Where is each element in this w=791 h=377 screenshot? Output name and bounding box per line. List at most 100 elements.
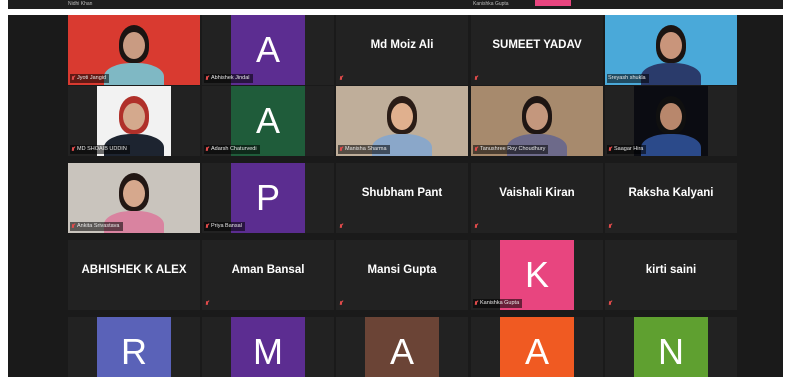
participant-name-bar: Priya Bansal: [204, 222, 245, 231]
participant-tile-abhishek-jindal[interactable]: A Abhishek Jindal: [202, 15, 334, 85]
person-face: [660, 32, 682, 59]
muted-mic-icon: [474, 75, 478, 82]
previous-row-strip: Nidhi Khan Kanishka Gupta: [8, 0, 783, 9]
person-body: [641, 63, 701, 85]
strip-name-2: Kanishka Gupta: [473, 1, 509, 7]
participant-name-bar: Ankita Srivastava: [70, 222, 123, 231]
participant-tile-shubham-pant[interactable]: Shubham Pant: [336, 163, 468, 233]
participant-name-bar: Manisha Sharma: [338, 145, 390, 154]
muted-mic-icon: [71, 75, 75, 82]
participant-display-name: Mansi Gupta: [367, 264, 437, 276]
participant-avatar: A: [365, 317, 439, 377]
participant-name-label: Jyoti Jangid: [77, 75, 107, 81]
participant-tile-r-participant[interactable]: R: [68, 317, 200, 377]
participant-name-bar: Sreyash shukla: [607, 74, 649, 83]
participant-display-name: kirti saini: [645, 264, 697, 276]
participant-avatar: N: [634, 317, 708, 377]
participant-tile-jyoti-jangid[interactable]: Jyoti Jangid: [68, 15, 200, 85]
person-face: [660, 103, 682, 130]
participant-name-label: MD SHOAIB UDDIN: [77, 146, 127, 152]
participant-name-bar: [473, 222, 481, 231]
participant-tile-tanushree-roy-choudhury[interactable]: Tanushree Roy Choudhury: [471, 86, 603, 156]
participant-tile-a-participant-brown[interactable]: A: [336, 317, 468, 377]
participant-tile-mansi-gupta[interactable]: Mansi Gupta: [336, 240, 468, 310]
person-body: [641, 134, 701, 156]
participant-tile-n-participant[interactable]: N: [605, 317, 737, 377]
muted-mic-icon: [71, 146, 75, 153]
participant-name-label: Kanishka Gupta: [480, 300, 520, 306]
participant-name-bar: [338, 299, 346, 308]
muted-mic-icon: [474, 300, 478, 307]
participant-tile-ankita-srivastava[interactable]: Ankita Srivastava: [68, 163, 200, 233]
muted-mic-icon: [205, 146, 209, 153]
meeting-app: Nidhi Khan Kanishka Gupta Jyoti Jangid A A…: [0, 0, 791, 377]
participant-tile-manisha-sharma[interactable]: Manisha Sharma: [336, 86, 468, 156]
participant-tile-saagar-hira[interactable]: Saagar Hira: [605, 86, 737, 156]
participant-name-label: Tanushree Roy Choudhury: [480, 146, 546, 152]
participant-avatar: A: [500, 317, 574, 377]
muted-mic-icon: [205, 75, 209, 82]
participant-tile-a-participant-orange[interactable]: A: [471, 317, 603, 377]
participant-tile-aman-bansal[interactable]: Aman Bansal: [202, 240, 334, 310]
muted-mic-icon: [339, 146, 343, 153]
participant-name-label: Ankita Srivastava: [77, 223, 120, 229]
participant-name-label: Sreyash shukla: [608, 75, 646, 81]
participant-gallery[interactable]: Jyoti Jangid A Abhishek Jindal Md Moiz Ali S…: [8, 15, 783, 377]
participant-tile-m-participant[interactable]: M: [202, 317, 334, 377]
person-face: [123, 180, 145, 207]
participant-avatar: M: [231, 317, 305, 377]
muted-mic-icon: [474, 146, 478, 153]
participant-display-name: Aman Bansal: [231, 264, 305, 276]
participant-tile-sumeet-yadav[interactable]: SUMEET YADAV: [471, 15, 603, 85]
participant-name-label: Abhishek Jindal: [211, 75, 250, 81]
muted-mic-icon: [205, 223, 209, 230]
participant-display-name: ABHISHEK K ALEX: [81, 264, 187, 276]
muted-mic-icon: [71, 223, 75, 230]
participant-tile-abhishek-k-alex[interactable]: ABHISHEK K ALEX: [68, 240, 200, 310]
participant-avatar: R: [97, 317, 171, 377]
participant-name-bar: [338, 74, 346, 83]
participant-display-name: Md Moiz Ali: [370, 39, 434, 51]
muted-mic-icon: [608, 223, 612, 230]
person-body: [104, 63, 164, 85]
participant-name-bar: Saagar Hira: [607, 145, 647, 154]
participant-name-label: Adarsh Chaturvedi: [211, 146, 257, 152]
muted-mic-icon: [339, 223, 343, 230]
participant-tile-md-moiz-ali[interactable]: Md Moiz Ali: [336, 15, 468, 85]
participant-name-bar: [338, 222, 346, 231]
participant-name-bar: Adarsh Chaturvedi: [204, 145, 260, 154]
participant-name-label: Priya Bansal: [211, 223, 242, 229]
participant-name-bar: [607, 222, 615, 231]
participant-tile-kanishka-gupta[interactable]: K Kanishka Gupta: [471, 240, 603, 310]
participant-name-label: Manisha Sharma: [345, 146, 387, 152]
participant-name-bar: [607, 299, 615, 308]
muted-mic-icon: [205, 300, 209, 307]
participant-name-bar: [204, 299, 212, 308]
strip-name-1: Nidhi Khan: [68, 1, 93, 7]
muted-mic-icon: [339, 75, 343, 82]
strip-avatar-edge: [535, 0, 571, 6]
participant-name-bar: [473, 74, 481, 83]
participant-tile-kirti-saini[interactable]: kirti saini: [605, 240, 737, 310]
muted-mic-icon: [608, 300, 612, 307]
participant-tile-md-shoaib-uddin[interactable]: MD SHOAIB UDDIN: [68, 86, 200, 156]
participant-name-bar: Tanushree Roy Choudhury: [473, 145, 549, 154]
participant-tile-priya-bansal[interactable]: P Priya Bansal: [202, 163, 334, 233]
person-face: [123, 32, 145, 59]
participant-tile-adarsh-chaturvedi[interactable]: A Adarsh Chaturvedi: [202, 86, 334, 156]
participant-tile-raksha-kalyani[interactable]: Raksha Kalyani: [605, 163, 737, 233]
muted-mic-icon: [474, 223, 478, 230]
participant-display-name: Vaishali Kiran: [499, 187, 575, 199]
participant-name-bar: Kanishka Gupta: [473, 299, 523, 308]
muted-mic-icon: [608, 146, 612, 153]
participant-name-label: Saagar Hira: [614, 146, 644, 152]
muted-mic-icon: [339, 300, 343, 307]
person-face: [123, 103, 145, 130]
participant-tile-vaishali-kiran[interactable]: Vaishali Kiran: [471, 163, 603, 233]
participant-tile-sreyash-shukla[interactable]: Sreyash shukla: [605, 15, 737, 85]
participant-display-name: SUMEET YADAV: [492, 39, 582, 51]
person-face: [526, 103, 548, 130]
participant-name-bar: Abhishek Jindal: [204, 74, 253, 83]
participant-name-bar: Jyoti Jangid: [70, 74, 110, 83]
person-face: [391, 103, 413, 130]
